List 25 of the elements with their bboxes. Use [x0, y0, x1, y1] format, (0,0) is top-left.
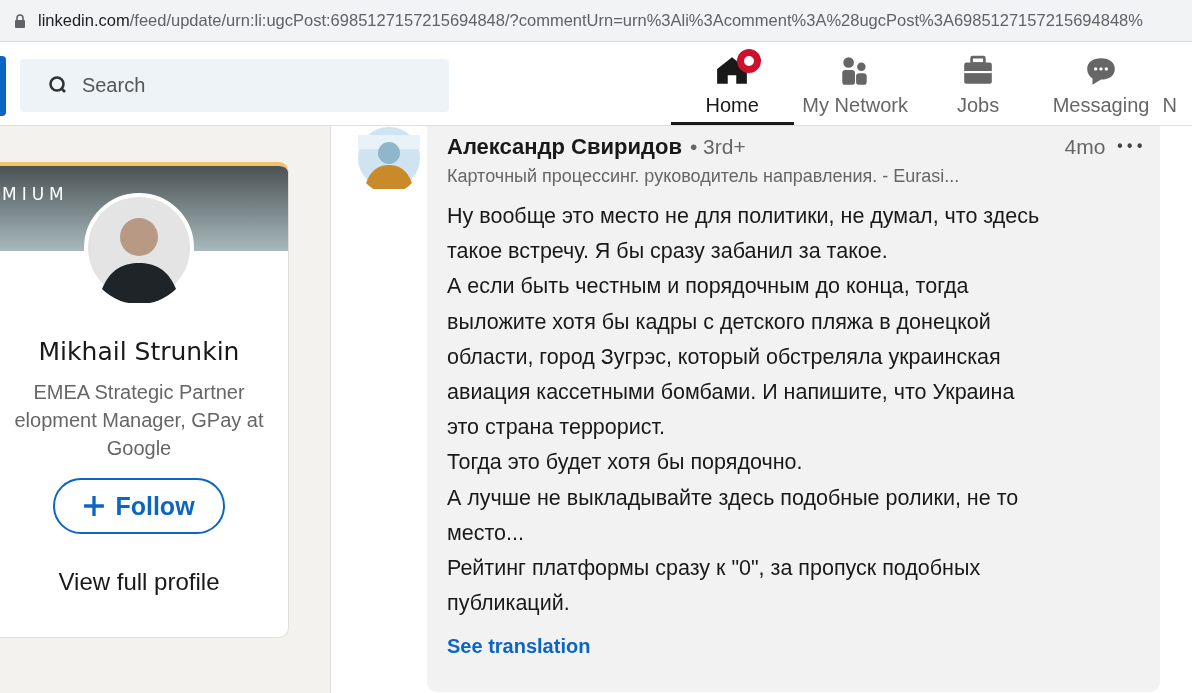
author-name[interactable]: Александр Свиридов	[447, 134, 682, 160]
nav-tab[interactable]: N	[1162, 42, 1192, 125]
follow-button[interactable]: Follow	[53, 478, 225, 534]
comment-text: Ну вообще это место не для политики, не думал, что здесь такое встречу. Я бы сразу забанил за такое. А если быть честным и порядочным до конца, тогда выложите хотя бы кадры с детского пляжа в донецкой области, город Зугрэс, который обстреляла украинская авиация кассетными бомбами. И напишите, что Украина это страна террорист. Тогда это будет хотя бы порядочно. А лучше не выкладывайте здесь подобные ролики, не то место... Рейтинг платформы сразу к "0", за пропуск подобных публикаций.	[447, 203, 1041, 618]
nav-tab[interactable]: My Network	[793, 42, 917, 125]
banner-label: MIUM	[2, 184, 69, 204]
connection-degree: • 3rd+	[689, 135, 746, 159]
nav-tab[interactable]: Messaging	[1039, 42, 1163, 125]
see-translation-link[interactable]: See translation	[447, 635, 591, 659]
search-icon	[47, 75, 68, 95]
author-headline: Карточный процессинг. руководитель направления. - Eurasi...	[447, 166, 961, 187]
url-text: linkedin.com/feed/update/urn:li:ugcPost:6985127157215694848/?commentUrn=urn%3Ali%3Acomment%3A%28ugcPost%3A6985127157215694848%	[38, 11, 1143, 30]
logo-icon[interactable]	[0, 56, 6, 116]
profile-headline: EMEA Strategic Partner elopment Manager, GPay at Google	[13, 380, 265, 461]
address-bar[interactable]: linkedin.com/feed/update/urn:li:ugcPost:6985127157215694848/?commentUrn=urn%3Ali%3Acomment%3A%28ugcPost%3A6985127157215694848%	[0, 0, 1192, 42]
plus-icon	[83, 495, 106, 517]
nav-tab[interactable]: Jobs	[916, 42, 1040, 125]
comment-time: 4mo	[1064, 135, 1106, 159]
notification-dot	[737, 49, 762, 73]
avatar	[358, 127, 420, 189]
view-profile-link[interactable]: View full profile	[58, 568, 220, 596]
search-field[interactable]: Search	[19, 59, 449, 112]
more-options-button[interactable]: •••	[1115, 138, 1145, 156]
profile-name: Mikhail Strunkin	[38, 337, 240, 366]
lock-icon	[14, 13, 26, 28]
